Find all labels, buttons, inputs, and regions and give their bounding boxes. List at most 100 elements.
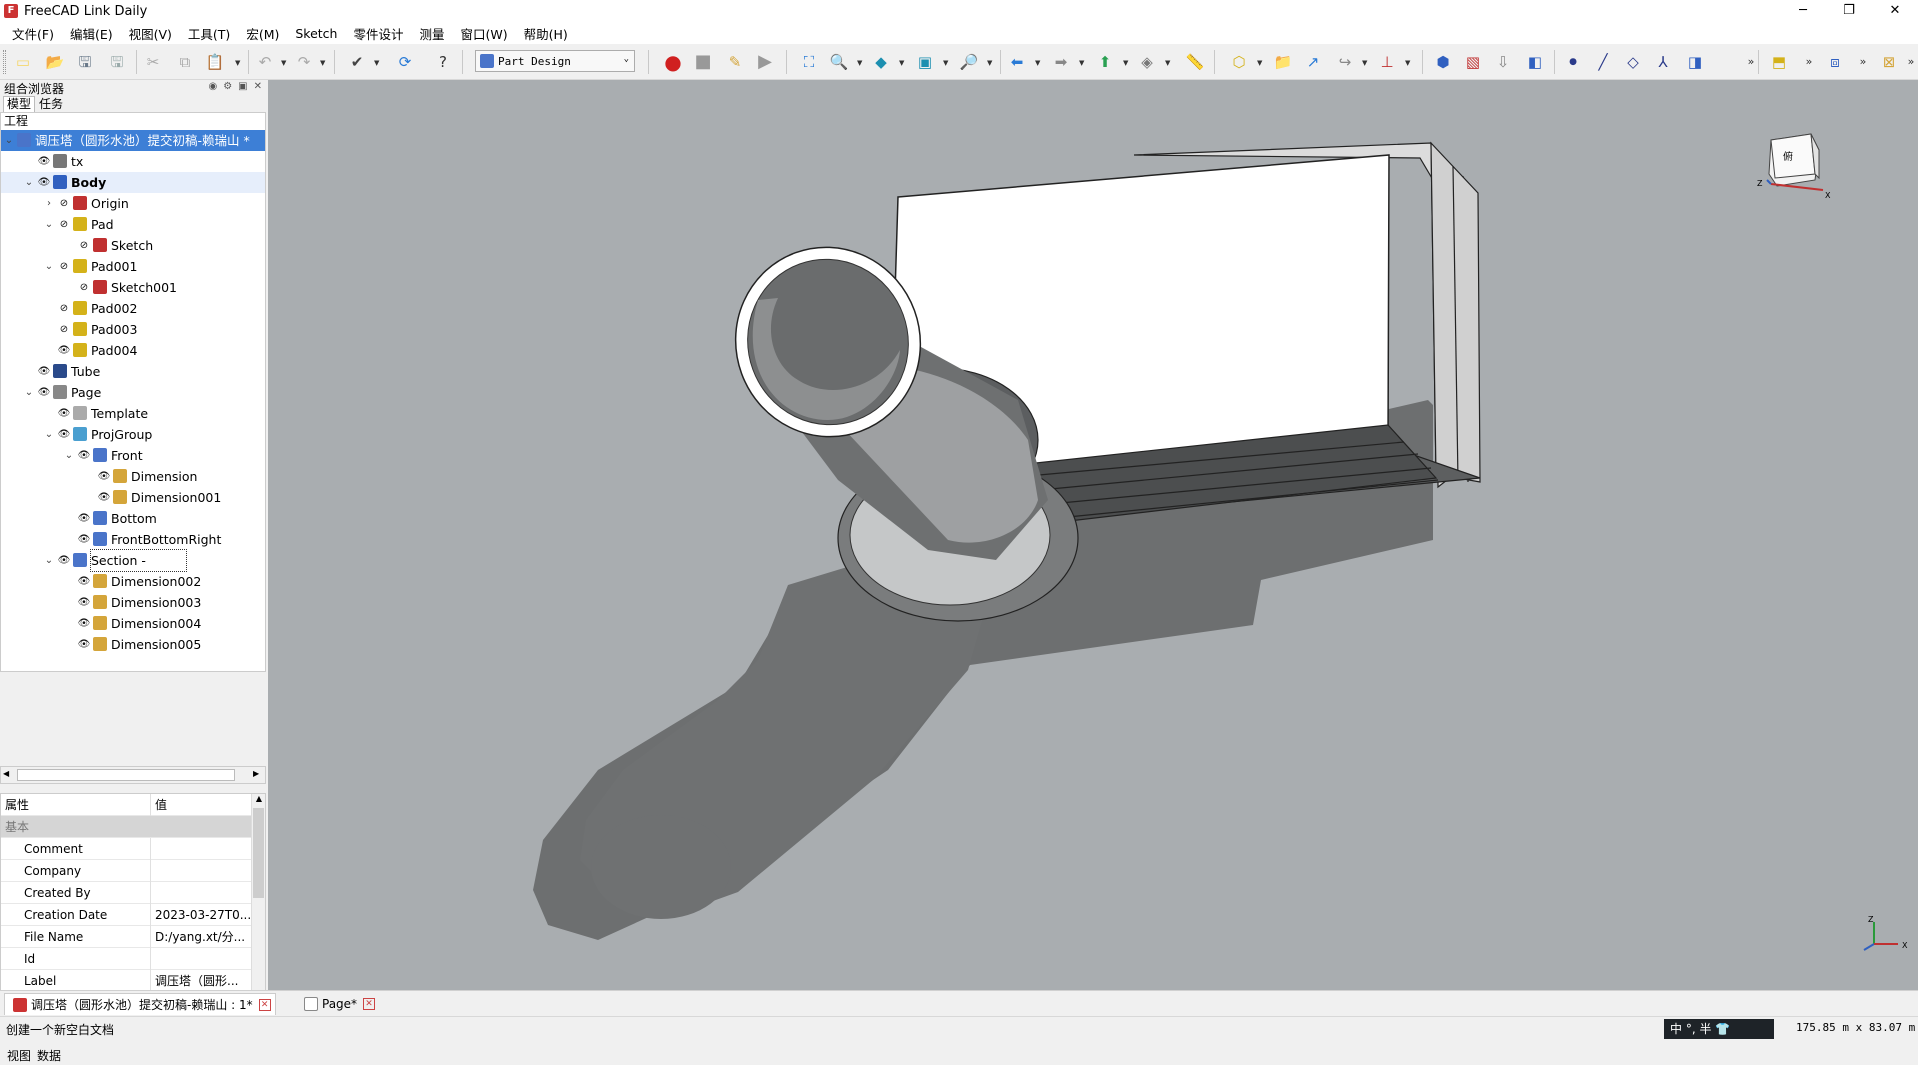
- tree-item[interactable]: 👁 Dimension003: [1, 592, 265, 613]
- scroll-right-icon[interactable]: ▶: [253, 769, 259, 778]
- part-icon[interactable]: ⬡: [1228, 51, 1250, 73]
- property-row[interactable]: Company: [1, 860, 251, 882]
- tree-item[interactable]: ⌄ ⊘ Pad001: [1, 256, 265, 277]
- save-icon[interactable]: 🖫: [74, 51, 96, 73]
- tree-item[interactable]: 👁 FrontBottomRight: [1, 529, 265, 550]
- record-macro-icon[interactable]: ●: [662, 51, 684, 73]
- forward-icon[interactable]: ➡: [1050, 51, 1072, 73]
- edit-macro-icon[interactable]: ✎: [724, 51, 746, 73]
- close-button[interactable]: ✕: [1872, 0, 1918, 22]
- tree-scroll-thumb[interactable]: [17, 769, 235, 781]
- property-row[interactable]: File Name D:/yang.xt/分...: [1, 926, 251, 948]
- tree-item[interactable]: ⌄ 👁 Page: [1, 382, 265, 403]
- property-value[interactable]: 调压塔（圆形...: [153, 970, 251, 992]
- eye-icon[interactable]: 👁: [97, 487, 111, 508]
- tree-item[interactable]: ⊘ Pad002: [1, 298, 265, 319]
- measure-tool-icon[interactable]: ⊠: [1878, 51, 1900, 73]
- eye-icon[interactable]: 👁: [37, 151, 51, 172]
- tab-data[interactable]: 数据: [34, 1047, 64, 1065]
- tab-model[interactable]: 模型: [3, 96, 36, 112]
- tree-item[interactable]: ⊘ Sketch001: [1, 277, 265, 298]
- menu-macro[interactable]: 宏(M): [238, 24, 287, 43]
- navigation-cube[interactable]: 俯 Z X: [1757, 130, 1837, 205]
- ime-indicator[interactable]: 中 °, 半 👕: [1664, 1019, 1774, 1039]
- chevron-down-icon[interactable]: ⌄: [43, 424, 55, 445]
- nav-cube-icon[interactable]: 俯 Z X: [1757, 130, 1837, 205]
- 3d-model-render[interactable]: [268, 80, 1918, 990]
- close-icon[interactable]: ✕: [258, 999, 271, 1011]
- draw-style-icon[interactable]: ◆: [870, 51, 892, 73]
- toolbar-overflow-icon-3[interactable]: »: [1852, 51, 1874, 73]
- property-row[interactable]: Id: [1, 948, 251, 970]
- shape-binder-icon[interactable]: ◨: [1684, 51, 1706, 73]
- property-row[interactable]: Creation Date 2023-03-27T0...: [1, 904, 251, 926]
- whats-this-icon[interactable]: ?: [432, 51, 454, 73]
- tree-item[interactable]: ⊘ Sketch: [1, 235, 265, 256]
- datum-plane-icon[interactable]: ◇: [1622, 51, 1644, 73]
- menu-part-design[interactable]: 零件设计: [345, 24, 411, 43]
- tree-item[interactable]: ⌄ ⊘ Pad: [1, 214, 265, 235]
- menu-file[interactable]: 文件(F): [4, 24, 62, 43]
- tree-item[interactable]: ⌄ 👁 Front: [1, 445, 265, 466]
- fit-selection-icon[interactable]: 🔍: [828, 51, 850, 73]
- property-group-base[interactable]: 基本: [1, 816, 251, 838]
- tree-item[interactable]: 👁 Tube: [1, 361, 265, 382]
- datum-point-icon[interactable]: ●: [1562, 51, 1584, 73]
- 3d-viewport[interactable]: 俯 Z X Z X: [268, 80, 1918, 990]
- datum-axes-icon[interactable]: ⊥: [1376, 51, 1398, 73]
- zoom-icon[interactable]: 🔎: [958, 51, 980, 73]
- make-link-icon[interactable]: ↗: [1302, 51, 1324, 73]
- toolbar-grip[interactable]: [3, 50, 6, 74]
- eye-icon[interactable]: 👁: [57, 403, 71, 424]
- link-actions-icon[interactable]: ↪: [1334, 51, 1356, 73]
- create-sketch-icon[interactable]: ▧: [1462, 51, 1484, 73]
- property-row[interactable]: Created By: [1, 882, 251, 904]
- eye-icon[interactable]: 👁: [77, 508, 91, 529]
- chevron-down-icon[interactable]: ⌄: [43, 214, 55, 235]
- body-icon[interactable]: ⬢: [1432, 51, 1454, 73]
- eye-icon[interactable]: 👁: [37, 172, 51, 193]
- float-icon[interactable]: ▣: [238, 81, 247, 92]
- chevron-down-icon[interactable]: ⌄: [63, 445, 75, 466]
- menu-measure[interactable]: 测量: [412, 24, 453, 43]
- tree-item[interactable]: ⌄ 调压塔（圆形水池）提交初稿-赖瑞山 *: [1, 130, 265, 151]
- open-folder-icon[interactable]: 📂: [44, 51, 66, 73]
- scroll-left-icon[interactable]: ◀: [3, 769, 9, 778]
- eye-icon[interactable]: 👁: [77, 571, 91, 592]
- tree-item[interactable]: 👁 tx: [1, 151, 265, 172]
- boolean-icon[interactable]: ⧈: [1824, 51, 1846, 73]
- workbench-selector[interactable]: Part Design ⌄: [475, 50, 635, 72]
- tree-item[interactable]: 👁 Bottom: [1, 508, 265, 529]
- chevron-down-icon[interactable]: ⌄: [23, 172, 35, 193]
- eye-icon[interactable]: 👁: [57, 424, 71, 445]
- back-icon[interactable]: ⬅: [1006, 51, 1028, 73]
- menu-sketch[interactable]: Sketch: [287, 26, 345, 41]
- tree-item[interactable]: 👁 Dimension001: [1, 487, 265, 508]
- eye-icon[interactable]: 👁: [77, 634, 91, 655]
- tree-item[interactable]: ⌄ 👁 Section -: [1, 549, 265, 572]
- local-cs-icon[interactable]: ⅄: [1652, 51, 1674, 73]
- std-views-icon[interactable]: ▣: [914, 51, 936, 73]
- hidden-eye-icon[interactable]: ⊘: [57, 193, 71, 214]
- measure-icon[interactable]: 📏: [1184, 51, 1206, 73]
- doc-tab-page[interactable]: Page* ✕: [296, 993, 379, 1015]
- property-row[interactable]: Label 调压塔（圆形...: [1, 970, 251, 992]
- property-value[interactable]: D:/yang.xt/分...: [153, 926, 251, 948]
- chevron-down-icon[interactable]: ⌄: [3, 130, 15, 151]
- tree-item[interactable]: 👁 Dimension002: [1, 571, 265, 592]
- model-tree[interactable]: 工程 ⌄ 调压塔（圆形水池）提交初稿-赖瑞山 * 👁 tx ⌄ 👁 Body › ⊘ Origin…: [0, 112, 266, 672]
- toolbar-overflow-icon-4[interactable]: »: [1900, 51, 1918, 73]
- tree-item[interactable]: ⌄ 👁 Body: [1, 172, 265, 193]
- hidden-eye-icon[interactable]: ⊘: [57, 256, 71, 277]
- eye-icon[interactable]: 👁: [97, 466, 111, 487]
- property-value[interactable]: 2023-03-27T0...: [153, 904, 251, 926]
- menu-help[interactable]: 帮助(H): [516, 24, 576, 43]
- eye-icon[interactable]: 👁: [37, 382, 51, 403]
- validate-sketch-icon[interactable]: ⇩: [1492, 51, 1514, 73]
- eye-icon[interactable]: 👁: [57, 550, 71, 571]
- refresh-check-icon[interactable]: ✔: [346, 51, 368, 73]
- eye-icon[interactable]: 👁: [57, 340, 71, 361]
- eye-icon[interactable]: 👁: [77, 592, 91, 613]
- tree-item[interactable]: 👁 Dimension005: [1, 634, 265, 655]
- hidden-eye-icon[interactable]: ⊘: [77, 235, 91, 256]
